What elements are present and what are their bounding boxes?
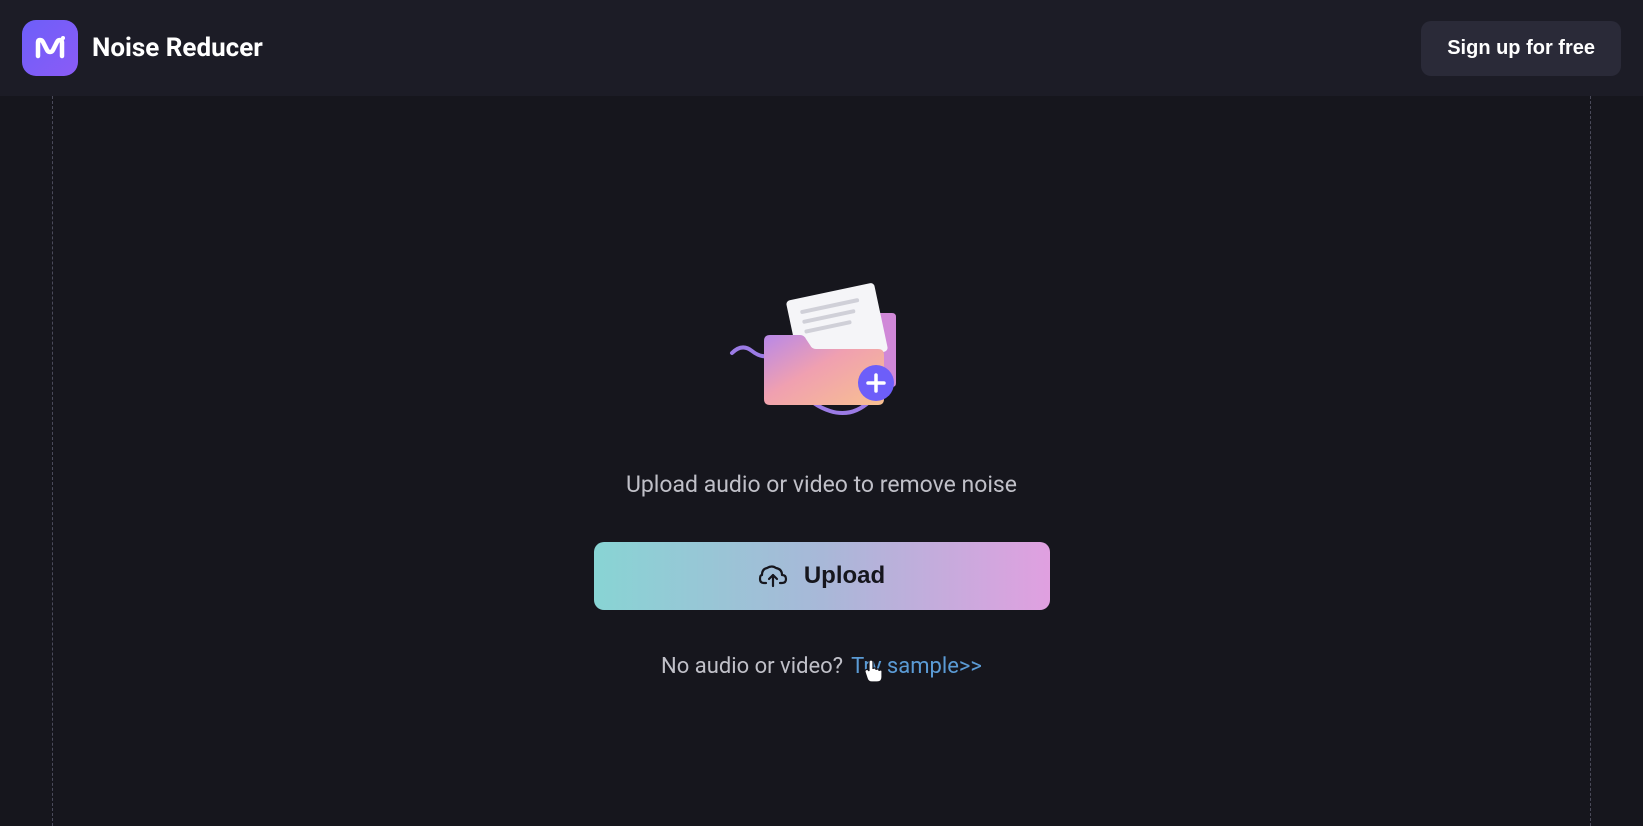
sample-question-text: No audio or video? — [661, 654, 843, 679]
logo-m-icon — [32, 30, 68, 66]
app-logo[interactable] — [22, 20, 78, 76]
app-title: Noise Reducer — [92, 33, 263, 63]
upload-instruction-text: Upload audio or video to remove noise — [626, 471, 1017, 498]
main-content: Upload audio or video to remove noise Up… — [20, 96, 1623, 826]
sample-row: No audio or video? Try sample>> — [661, 654, 982, 679]
upload-dropzone[interactable]: Upload audio or video to remove noise Up… — [52, 96, 1591, 826]
app-header: Noise Reducer Sign up for free — [0, 0, 1643, 96]
upload-button-label: Upload — [804, 562, 885, 590]
header-left: Noise Reducer — [22, 20, 263, 76]
cloud-upload-icon — [758, 563, 788, 589]
try-sample-link[interactable]: Try sample>> — [851, 654, 982, 679]
signup-button[interactable]: Sign up for free — [1421, 21, 1621, 76]
folder-upload-icon — [722, 283, 922, 423]
upload-button[interactable]: Upload — [594, 542, 1050, 610]
